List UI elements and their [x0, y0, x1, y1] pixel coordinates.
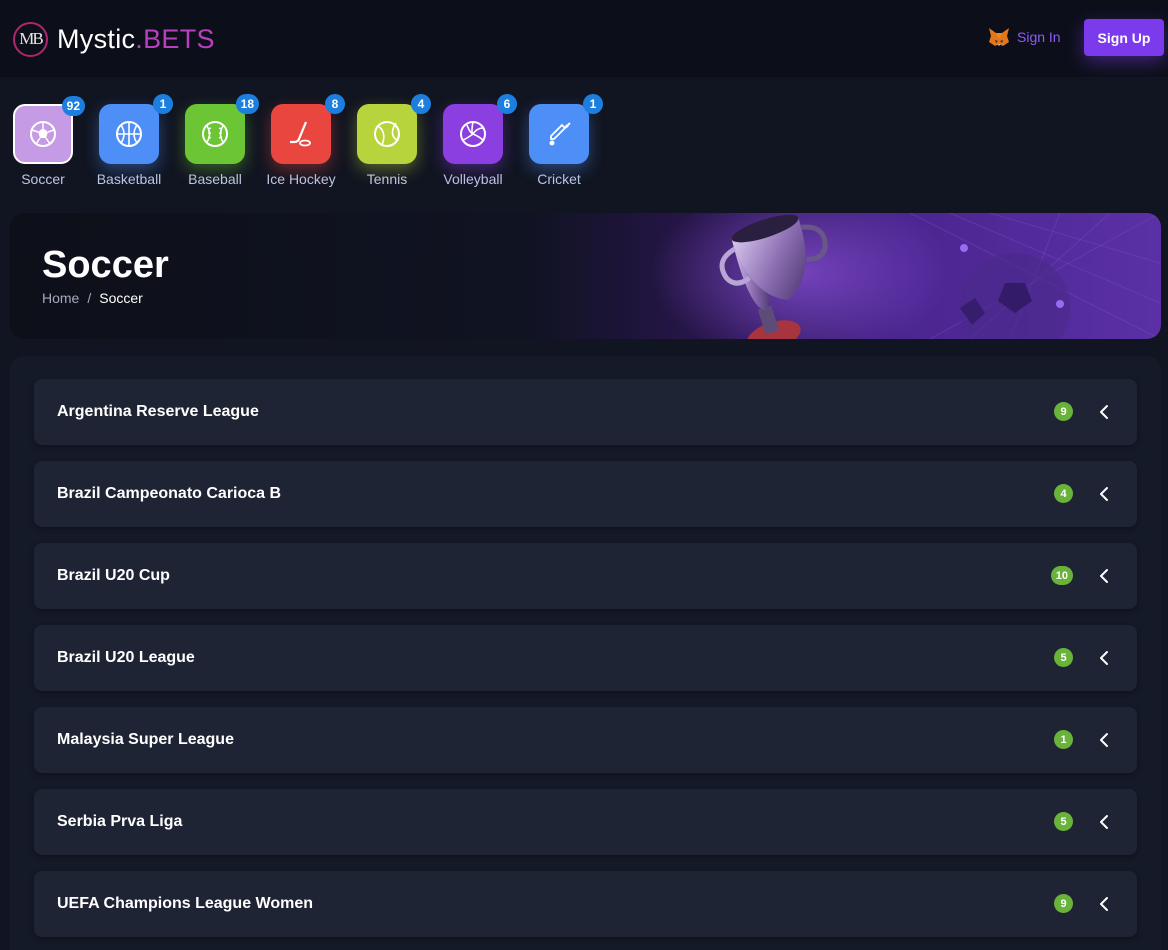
- breadcrumb: Home / Soccer: [42, 290, 143, 306]
- sign-in-link[interactable]: Sign In: [988, 26, 1061, 48]
- league-row[interactable]: UEFA Champions League Women 9: [34, 871, 1137, 937]
- site-logo[interactable]: MB Mystic.BETS: [13, 21, 215, 57]
- sport-count-badge: 1: [153, 94, 173, 114]
- trophy-banner-illustration: [650, 213, 1161, 339]
- breadcrumb-home-link[interactable]: Home: [42, 290, 79, 306]
- league-match-count: 5: [1054, 812, 1073, 831]
- baseball-icon: [202, 121, 228, 147]
- sport-count-badge: 8: [325, 94, 345, 114]
- league-match-count: 1: [1054, 730, 1073, 749]
- tennis-ball-icon: [374, 121, 400, 147]
- sport-tab-soccer[interactable]: 92 Soccer: [0, 96, 86, 187]
- sport-tab-volleyball[interactable]: 6 Volleyball: [430, 94, 517, 187]
- chevron-left-icon[interactable]: [1099, 896, 1109, 912]
- league-name: Malaysia Super League: [57, 731, 234, 748]
- page-title: Soccer: [42, 244, 169, 286]
- chevron-left-icon[interactable]: [1099, 404, 1109, 420]
- metamask-fox-icon: [989, 28, 1009, 46]
- hockey-stick-icon: [290, 121, 311, 147]
- breadcrumb-current: Soccer: [99, 290, 143, 306]
- league-name: UEFA Champions League Women: [57, 895, 314, 912]
- league-match-count: 9: [1054, 894, 1073, 913]
- sport-label: Volleyball: [443, 171, 503, 187]
- page-banner: Soccer Home / Soccer: [10, 213, 1161, 339]
- soccer-ball-icon: [30, 121, 56, 147]
- chevron-left-icon[interactable]: [1099, 650, 1109, 666]
- league-name: Brazil Campeonato Carioca B: [57, 485, 282, 502]
- sign-in-label: Sign In: [1017, 29, 1061, 45]
- sport-count-badge: 1: [583, 94, 603, 114]
- league-match-count: 10: [1050, 566, 1073, 585]
- sport-tile: 1: [99, 94, 173, 164]
- logo-mark: MB: [13, 21, 48, 57]
- league-row[interactable]: Malaysia Super League 1: [34, 707, 1137, 773]
- league-match-count: 4: [1054, 484, 1073, 503]
- sport-count-badge: 6: [497, 94, 517, 114]
- volleyball-icon: [460, 121, 486, 147]
- sport-count-badge: 92: [61, 96, 85, 116]
- league-name: Serbia Prva Liga: [57, 813, 183, 830]
- sport-tab-baseball[interactable]: 18 Baseball: [172, 94, 259, 187]
- sport-label: Tennis: [366, 171, 408, 187]
- league-match-count: 9: [1054, 402, 1073, 421]
- sign-up-button[interactable]: Sign Up: [1084, 19, 1164, 56]
- sport-label: Basketball: [96, 171, 162, 187]
- sport-count-badge: 18: [235, 94, 259, 114]
- breadcrumb-separator: /: [87, 290, 92, 306]
- sport-tab-ice-hockey[interactable]: 8 Ice Hockey: [258, 94, 345, 187]
- sport-tile: 92: [13, 96, 85, 164]
- logo-word: Mystic: [57, 23, 136, 54]
- chevron-left-icon[interactable]: [1099, 732, 1109, 748]
- sport-count-badge: 4: [411, 94, 431, 114]
- league-row[interactable]: Brazil U20 Cup 10: [34, 543, 1137, 609]
- basketball-icon: [116, 121, 142, 147]
- chevron-left-icon[interactable]: [1099, 486, 1109, 502]
- chevron-left-icon[interactable]: [1099, 814, 1109, 830]
- league-match-count: 5: [1054, 648, 1073, 667]
- league-row[interactable]: Serbia Prva Liga 5: [34, 789, 1137, 855]
- league-list-panel: Argentina Reserve League 9 Brazil Campeona…: [10, 356, 1161, 950]
- logo-wordmark: Mystic.BETS: [57, 24, 215, 55]
- league-row[interactable]: Brazil U20 League 5: [34, 625, 1137, 691]
- cricket-bat-icon: [549, 122, 571, 146]
- league-name: Argentina Reserve League: [57, 403, 259, 420]
- sport-tab-cricket[interactable]: 1 Cricket: [516, 94, 603, 187]
- top-header: MB Mystic.BETS Sign In Sign Up: [0, 0, 1168, 77]
- sport-tile: 4: [357, 94, 431, 164]
- sport-tile: 1: [529, 94, 603, 164]
- sport-tile: 18: [185, 94, 259, 164]
- sport-label: Soccer: [21, 171, 65, 187]
- sport-label: Ice Hockey: [266, 171, 336, 187]
- sport-tile: 6: [443, 94, 517, 164]
- sport-label: Baseball: [188, 171, 242, 187]
- league-row[interactable]: Argentina Reserve League 9: [34, 379, 1137, 445]
- sport-tab-basketball[interactable]: 1 Basketball: [86, 94, 173, 187]
- league-row[interactable]: Brazil Campeonato Carioca B 4: [34, 461, 1137, 527]
- logo-accent: .BETS: [135, 23, 215, 54]
- chevron-left-icon[interactable]: [1099, 568, 1109, 584]
- league-name: Brazil U20 Cup: [57, 567, 170, 584]
- sport-tile: 8: [271, 94, 345, 164]
- sport-label: Cricket: [537, 171, 581, 187]
- sport-tab-tennis[interactable]: 4 Tennis: [344, 94, 431, 187]
- league-name: Brazil U20 League: [57, 649, 195, 666]
